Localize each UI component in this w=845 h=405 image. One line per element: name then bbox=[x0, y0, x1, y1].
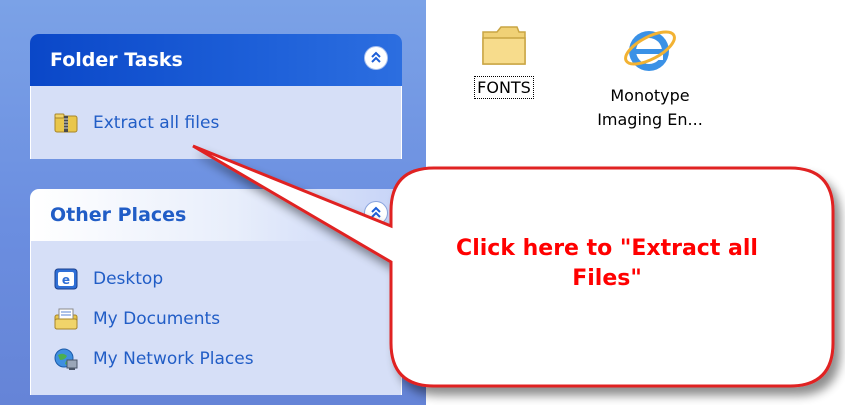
network-places-icon bbox=[53, 346, 79, 372]
callout-text: Click here to "Extract all Files" bbox=[394, 234, 820, 294]
fonts-folder-label: FONTS bbox=[474, 76, 534, 99]
other-places-header[interactable]: Other Places bbox=[30, 189, 402, 241]
callout-line1: Click here to "Extract all bbox=[456, 236, 758, 261]
internet-explorer-icon bbox=[624, 30, 676, 71]
extract-all-files-label: Extract all files bbox=[93, 113, 220, 133]
my-network-places-link[interactable]: My Network Places bbox=[31, 339, 401, 379]
folder-tasks-header[interactable]: Folder Tasks bbox=[30, 34, 402, 86]
desktop-label: Desktop bbox=[93, 269, 164, 289]
extract-all-files-link[interactable]: Extract all files bbox=[31, 104, 401, 142]
my-documents-link[interactable]: My Documents bbox=[31, 299, 401, 339]
callout-line2: Files" bbox=[572, 266, 642, 291]
monotype-label-line2: Imaging En... bbox=[597, 110, 703, 129]
folder-icon bbox=[482, 26, 526, 65]
folder-tasks-group: Folder Tasks Extract all files bbox=[30, 34, 402, 159]
task-pane: Folder Tasks Extract all files Other Pla… bbox=[0, 0, 426, 405]
my-documents-icon bbox=[53, 306, 79, 332]
monotype-shortcut-label: Monotype Imaging En... bbox=[597, 84, 703, 132]
desktop-icon: e bbox=[53, 266, 79, 292]
my-network-places-label: My Network Places bbox=[93, 349, 254, 369]
svg-text:e: e bbox=[62, 273, 70, 287]
chevron-up-icon[interactable] bbox=[364, 46, 388, 70]
monotype-shortcut-item[interactable]: Monotype Imaging En... bbox=[580, 18, 720, 132]
fonts-folder-item[interactable]: FONTS bbox=[459, 18, 549, 99]
monotype-label-line1: Monotype bbox=[610, 86, 690, 105]
other-places-group: Other Places e Desktop My Documents My N… bbox=[30, 189, 402, 395]
folder-tasks-body: Extract all files bbox=[30, 86, 402, 159]
my-documents-label: My Documents bbox=[93, 309, 221, 329]
other-places-body: e Desktop My Documents My Network Places bbox=[30, 241, 402, 395]
chevron-up-icon[interactable] bbox=[364, 201, 388, 225]
other-places-title: Other Places bbox=[50, 204, 187, 226]
desktop-link[interactable]: e Desktop bbox=[31, 259, 401, 299]
zip-folder-icon bbox=[53, 110, 79, 136]
folder-tasks-title: Folder Tasks bbox=[50, 49, 183, 71]
